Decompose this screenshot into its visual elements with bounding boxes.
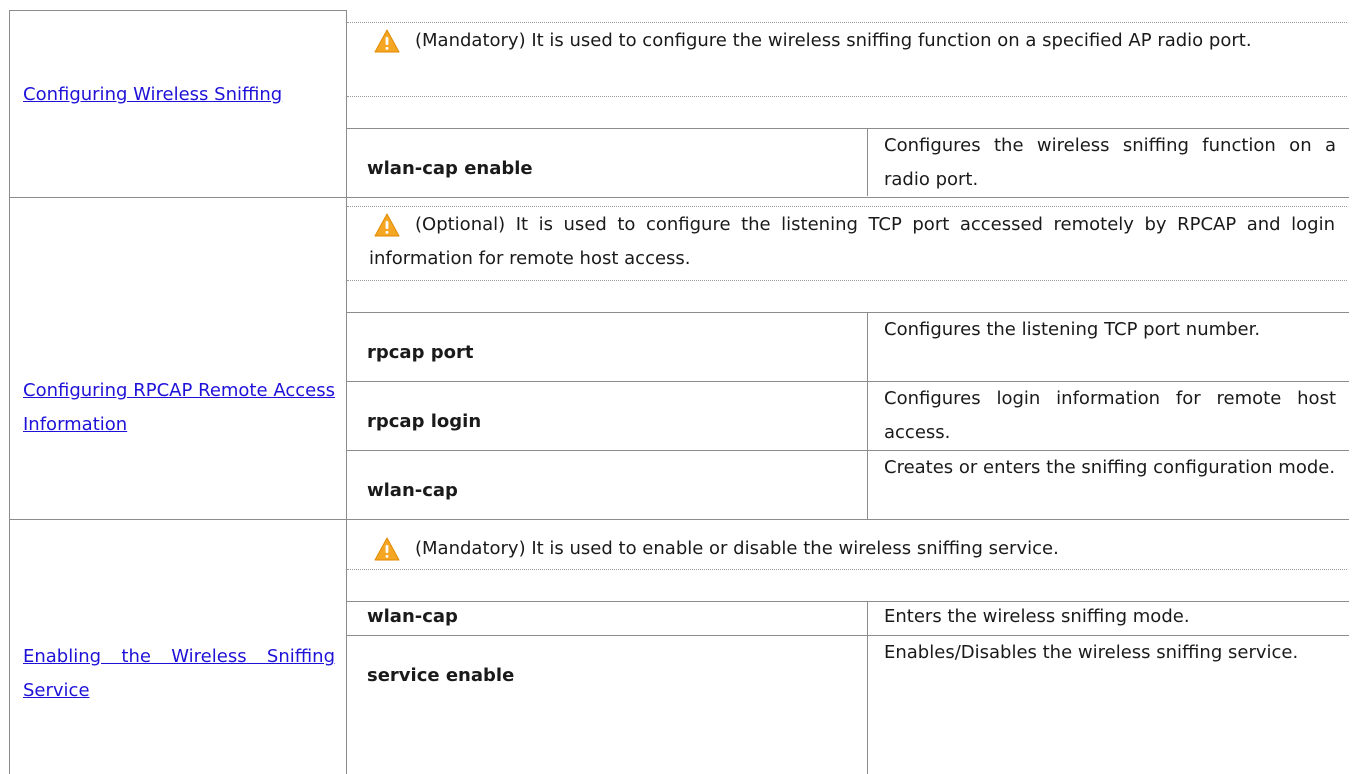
note-bottom-border	[347, 96, 1347, 97]
configuring-wireless-sniffing-link[interactable]: Configuring Wireless Sniffing	[23, 84, 282, 105]
command-wlan-cap: wlan-cap	[367, 606, 458, 627]
warning-icon	[374, 537, 400, 561]
warning-icon	[374, 29, 400, 53]
note-label: (Mandatory) It is used to enable or disa…	[415, 538, 1059, 559]
table-border-top	[9, 10, 347, 11]
table-border-left	[9, 10, 10, 774]
enabling-wireless-sniffing-service-link[interactable]: Enabling the Wireless Sniffing Service	[23, 646, 335, 701]
row-link-cell: Configuring Wireless Sniffing	[23, 78, 335, 112]
command-description: Configures the listening TCP port number…	[884, 319, 1261, 340]
column-divider	[346, 10, 347, 774]
cmd-divider	[867, 601, 868, 774]
note-bottom-border	[347, 280, 1347, 281]
cmd-divider	[867, 312, 868, 519]
command-wlan-cap-enable: wlan-cap enable	[367, 158, 533, 179]
note-label: (Mandatory) It is used to configure the …	[415, 30, 1252, 51]
row-link-cell: Enabling the Wireless Sniffing Service	[23, 640, 335, 708]
row-separator	[9, 519, 1349, 520]
note-bottom-border	[347, 569, 1347, 570]
command-description: Enters the wireless sniffing mode.	[884, 606, 1190, 627]
command-description: Enables/Disables the wireless sniffing s…	[884, 642, 1299, 663]
command-wlan-cap: wlan-cap	[367, 480, 458, 501]
command-description: Configures the wireless sniffing functio…	[884, 135, 1336, 190]
command-rpcap-port: rpcap port	[367, 342, 474, 363]
note-top-border	[347, 206, 1347, 207]
note-text: (Optional) It is used to configure the l…	[369, 208, 1335, 276]
command-rpcap-login: rpcap login	[367, 411, 482, 432]
note-label: (Optional) It is used to configure the l…	[369, 214, 1335, 269]
cmd-divider	[867, 128, 868, 196]
row-link-cell: Configuring RPCAP Remote Access Informat…	[23, 374, 335, 442]
note-top-border	[347, 22, 1347, 23]
configuring-rpcap-remote-access-link[interactable]: Configuring RPCAP Remote Access Informat…	[23, 380, 335, 435]
row-separator	[9, 197, 1349, 198]
configuration-table: Configuring Wireless Sniffing (Mandatory…	[9, 10, 1349, 774]
command-service-enable: service enable	[367, 665, 515, 686]
warning-icon	[374, 213, 400, 237]
note-text: (Mandatory) It is used to configure the …	[369, 24, 1335, 58]
command-description: Configures login information for remote …	[884, 388, 1336, 443]
note-text: (Mandatory) It is used to enable or disa…	[369, 532, 1335, 566]
command-description: Creates or enters the sniffing configura…	[884, 457, 1336, 478]
